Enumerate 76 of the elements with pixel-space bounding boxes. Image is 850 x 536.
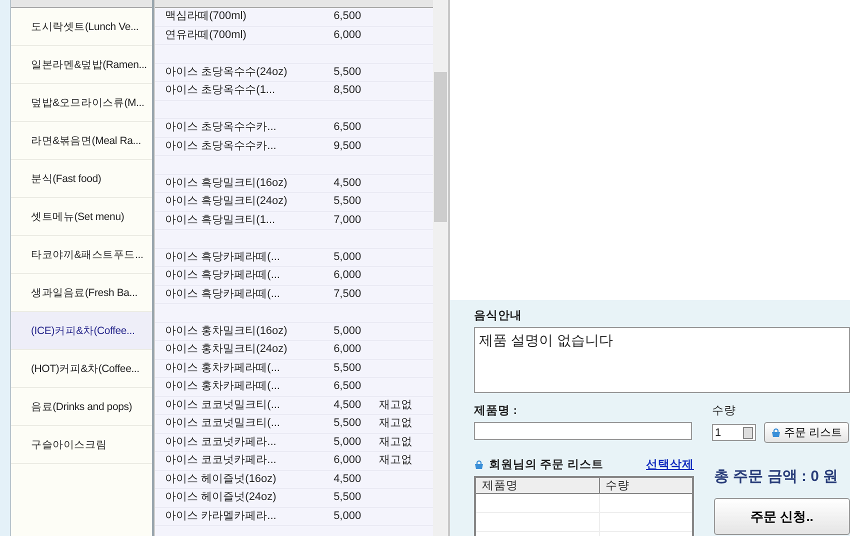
- order-table[interactable]: 제품명 수량: [474, 476, 694, 536]
- delete-selected-link[interactable]: 선택삭제: [646, 457, 694, 472]
- category-item[interactable]: 분식(Fast food): [11, 160, 152, 198]
- product-price: 4,500: [332, 176, 362, 190]
- category-item[interactable]: (HOT)커피&차(Coffee...: [11, 350, 152, 388]
- category-item[interactable]: 라면&볶음면(Meal Ra...: [11, 122, 152, 160]
- product-price: 5,000: [332, 436, 362, 449]
- product-price: 5,500: [332, 491, 362, 504]
- product-price: 5,500: [332, 362, 362, 375]
- bag-icon: [771, 428, 781, 438]
- product-price: 5,000: [332, 324, 362, 338]
- product-price: 6,000: [332, 269, 362, 282]
- product-price: 4,500: [332, 398, 362, 412]
- product-price: 6,000: [332, 454, 362, 468]
- category-item[interactable]: 음료(Drinks and pops): [11, 388, 152, 426]
- category-item[interactable]: (ICE)커피&차(Coffee...: [11, 312, 152, 350]
- product-name[interactable]: 맥심라떼(700ml): [155, 10, 306, 24]
- product-name[interactable]: 아이스 헤이즐넛(24oz): [155, 491, 306, 504]
- product-name[interactable]: 아이스 홍차카페라떼(...: [155, 362, 306, 375]
- product-name[interactable]: 아이스 흑당밀크티(16oz): [155, 176, 306, 190]
- product-price: 8,500: [332, 84, 362, 98]
- product-name[interactable]: 아이스 흑당카페라떼(...: [155, 269, 306, 282]
- scrollbar[interactable]: [433, 0, 448, 536]
- product-price: 5,000: [332, 250, 362, 264]
- category-item[interactable]: 타코야끼&패스트푸드...: [11, 236, 152, 274]
- stock-status: 재고없: [378, 436, 414, 449]
- product-name[interactable]: 아이스 코코넛카페라...: [155, 454, 306, 468]
- product-price: 6,000: [332, 28, 362, 42]
- stock-status: 재고없: [378, 417, 414, 430]
- product-price: 6,000: [332, 343, 362, 356]
- product-name[interactable]: 아이스 초당옥수수카...: [155, 140, 306, 153]
- product-name[interactable]: 아이스 흑당밀크티(1...: [155, 214, 306, 227]
- product-name[interactable]: 아이스 홍차밀크티(16oz): [155, 324, 306, 338]
- product-name[interactable]: 아이스 초당옥수수(1...: [155, 84, 306, 98]
- food-info-label: 음식안내: [474, 309, 523, 323]
- product-price: 4,500: [332, 472, 362, 486]
- product-name-field[interactable]: [474, 422, 692, 440]
- product-price: 5,500: [332, 66, 362, 79]
- quantity-spinner[interactable]: 1: [712, 424, 756, 441]
- total-amount: 총 주문 금액 : 0 원: [714, 467, 840, 486]
- product-price: 5,500: [332, 417, 362, 430]
- product-name[interactable]: 아이스 초당옥수수(24oz): [155, 66, 306, 79]
- product-name[interactable]: 아이스 헤이즐넛(16oz): [155, 472, 306, 486]
- product-name[interactable]: 아이스 홍차카페라떼(...: [155, 380, 306, 394]
- quantity-label: 수량: [712, 404, 737, 418]
- product-price: 9,500: [332, 140, 362, 153]
- product-name[interactable]: 아이스 코코넛밀크티(...: [155, 398, 306, 412]
- product-price: 5,000: [332, 510, 362, 523]
- order-list-title: 회원님의 주문 리스트: [489, 458, 604, 472]
- product-price: 6,500: [332, 10, 362, 24]
- category-item[interactable]: 구슬아이스크림: [11, 426, 152, 464]
- description-box: 제품 설명이 없습니다: [474, 327, 850, 393]
- product-price: 7,000: [332, 214, 362, 227]
- product-price: 6,500: [332, 380, 362, 394]
- product-name[interactable]: 아이스 흑당카페라떼(...: [155, 288, 306, 301]
- product-name[interactable]: 아이스 흑당밀크티(24oz): [155, 195, 306, 208]
- product-name[interactable]: 아이스 초당옥수수카...: [155, 121, 306, 134]
- bag-icon: [474, 460, 484, 470]
- product-name[interactable]: 아이스 홍차밀크티(24oz): [155, 343, 306, 356]
- category-item[interactable]: 덮밥&오므라이스류(M...: [11, 84, 152, 122]
- category-item[interactable]: 일본라멘&덮밥(Ramen...: [11, 46, 152, 84]
- add-to-order-button[interactable]: 주문 리스트: [764, 422, 850, 443]
- product-name[interactable]: 연유라떼(700ml): [155, 28, 306, 42]
- product-name[interactable]: 아이스 코코넛카페라...: [155, 436, 306, 449]
- stock-status: 재고없: [378, 398, 414, 412]
- product-price: 6,500: [332, 121, 362, 134]
- submit-order-button[interactable]: 주문 신청..: [714, 498, 850, 535]
- product-name-label: 제품명 :: [474, 404, 518, 418]
- product-price: 5,500: [332, 195, 362, 208]
- category-item[interactable]: 셋트메뉴(Set menu): [11, 198, 152, 236]
- product-name[interactable]: 아이스 카라멜카페라...: [155, 510, 306, 523]
- category-item[interactable]: 도시락셋트(Lunch Ve...: [11, 8, 152, 46]
- product-price: 7,500: [332, 288, 362, 301]
- stock-status: 재고없: [378, 454, 414, 468]
- product-name[interactable]: 아이스 코코넛밀크티(...: [155, 417, 306, 430]
- product-name[interactable]: 아이스 흑당카페라떼(...: [155, 250, 306, 264]
